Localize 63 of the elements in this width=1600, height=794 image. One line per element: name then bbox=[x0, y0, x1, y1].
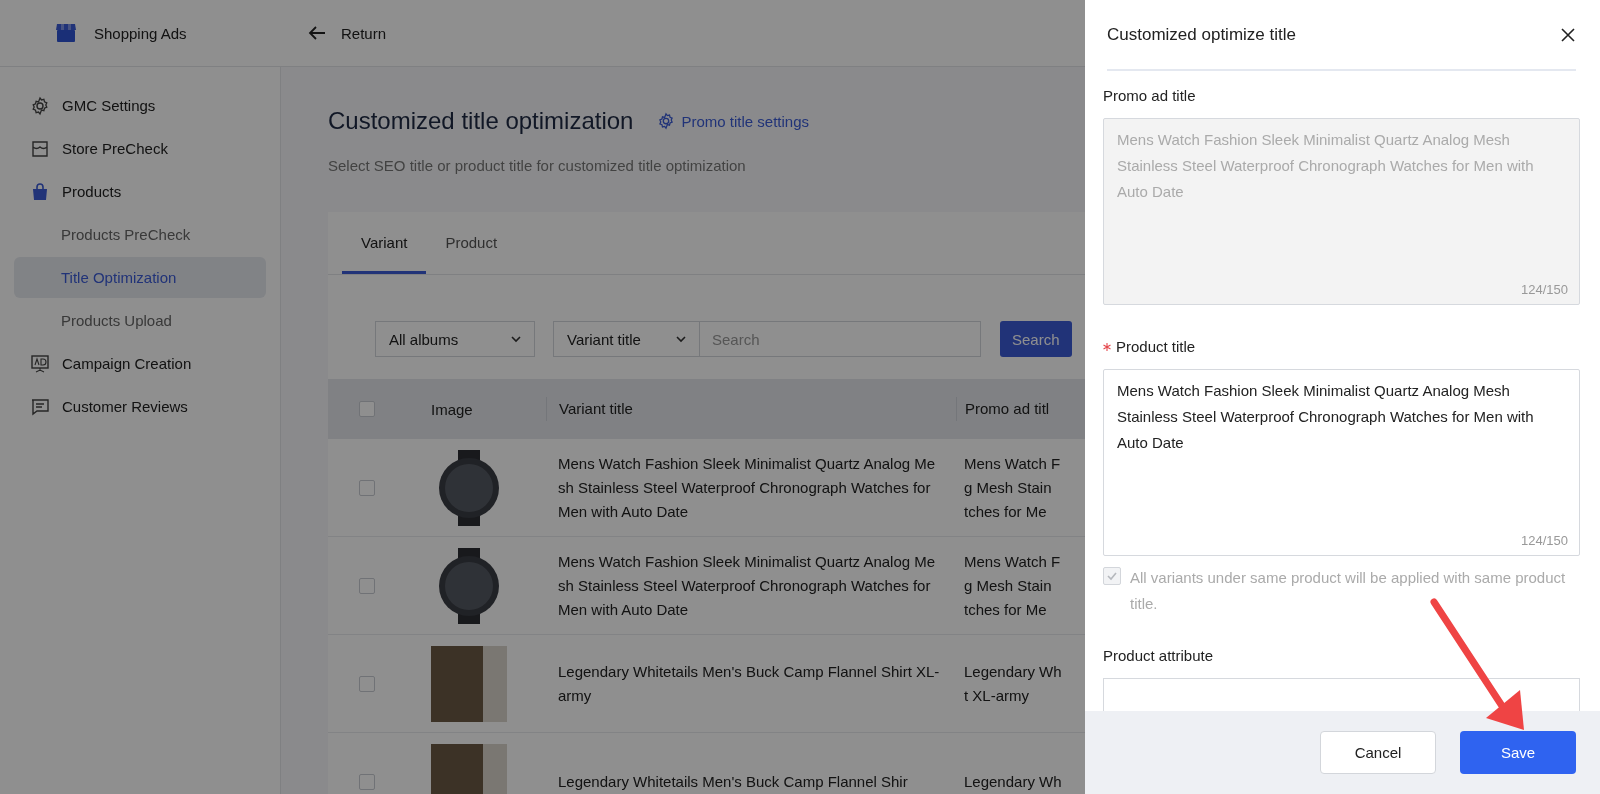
table-cell: Mens Watch Fashion Sleek Minimalist Quartz Analog Mesh Stainless Steel Waterproof Chronograph Watches for Men with Auto Date bbox=[558, 454, 936, 520]
sidebar-subitem[interactable]: Products PreCheck bbox=[14, 214, 266, 255]
settings-icon bbox=[657, 112, 676, 130]
settings-icon bbox=[30, 95, 50, 116]
chat-icon bbox=[30, 396, 50, 417]
character-count: 124/150 bbox=[1521, 533, 1568, 549]
tab[interactable]: Product bbox=[426, 212, 517, 274]
column-header: Promo ad titl bbox=[965, 400, 1050, 417]
table-cell: Legendary Whitetails Men's Buck Camp Flannel Shir bbox=[558, 772, 908, 790]
store-logo-icon bbox=[54, 21, 78, 45]
sidebar-subitem[interactable]: Products Upload bbox=[14, 300, 266, 341]
page-subtitle: Select SEO title or product title for customized title optimization bbox=[328, 157, 747, 174]
promo-title-settings-link[interactable]: Promo title settings bbox=[657, 112, 810, 130]
table-cell-text: g Mesh Stain bbox=[964, 477, 1052, 498]
sidebar-item[interactable]: Products bbox=[14, 171, 266, 212]
sidebar-item[interactable]: Campaign Creation bbox=[14, 343, 266, 384]
table-cell: Legendary Whitetails Men's Buck Camp Flannel Shirt XL-army bbox=[558, 662, 940, 704]
sidebar-item[interactable]: Customer Reviews bbox=[14, 386, 266, 427]
sidebar-subitem[interactable]: Title Optimization bbox=[14, 257, 266, 298]
field-label: Promo ad title bbox=[1103, 87, 1196, 104]
storefront-icon bbox=[30, 138, 50, 159]
search-button[interactable]: Search bbox=[1000, 321, 1072, 357]
text-area[interactable]: Mens Watch Fashion Sleek Minimalist Quartz Analog Mesh Stainless Steel Waterproof Chronograph Watches for Men with Auto Date 124/150 bbox=[1103, 369, 1580, 556]
row-checkbox[interactable] bbox=[359, 773, 375, 790]
row-checkbox[interactable] bbox=[359, 675, 375, 692]
page-title: Customized title optimization bbox=[328, 107, 634, 135]
row-checkbox[interactable] bbox=[359, 577, 375, 594]
sidebar-item[interactable]: GMC Settings bbox=[14, 85, 266, 126]
field-label: Product attribute bbox=[1103, 647, 1214, 664]
chevron-down-icon bbox=[675, 333, 687, 345]
cancel-button[interactable]: Cancel bbox=[1320, 731, 1436, 774]
table-cell-text: Legendary Wh bbox=[964, 661, 1062, 682]
save-button[interactable]: Save bbox=[1460, 731, 1576, 774]
search-field[interactable]: Search bbox=[700, 321, 981, 357]
album-dropdown[interactable]: All albums bbox=[375, 321, 535, 357]
table-cell-text: tches for Me bbox=[964, 501, 1047, 522]
table-cell-text: Mens Watch F bbox=[964, 453, 1061, 474]
close-icon[interactable] bbox=[1560, 26, 1576, 43]
drawer-title: Customized optimize title bbox=[1107, 24, 1296, 45]
search-field-dropdown[interactable]: Variant title bbox=[553, 321, 700, 357]
table-cell-text: Mens Watch F bbox=[964, 551, 1061, 572]
column-header: Image bbox=[431, 400, 473, 418]
column-header: Variant title bbox=[559, 400, 633, 417]
field-label: Product title bbox=[1116, 338, 1196, 355]
table-cell: Mens Watch Fashion Sleek Minimalist Quartz Analog Mesh Stainless Steel Waterproof Chronograph Watches for Men with Auto Date bbox=[558, 552, 936, 618]
table-cell-text: t XL-army bbox=[964, 685, 1029, 706]
billboard-icon bbox=[30, 353, 50, 374]
table-cell-text: tches for Me bbox=[964, 599, 1047, 620]
tab[interactable]: Variant bbox=[342, 212, 427, 274]
field-value: Mens Watch Fashion Sleek Minimalist Quartz Analog Mesh Stainless Steel Waterproof Chronograph Watches for Men with Auto Date bbox=[1117, 382, 1534, 451]
row-checkbox[interactable] bbox=[359, 479, 375, 496]
field-value: Mens Watch Fashion Sleek Minimalist Quartz Analog Mesh Stainless Steel Waterproof Chronograph Watches for Men with Auto Date bbox=[1117, 131, 1534, 200]
table-cell-text: Legendary Wh bbox=[964, 771, 1062, 792]
character-count: 124/150 bbox=[1521, 282, 1568, 298]
chevron-down-icon bbox=[510, 333, 522, 345]
app-name: Shopping Ads bbox=[94, 24, 187, 42]
select-all-checkbox[interactable] bbox=[359, 401, 375, 417]
checkbox-label: All variants under same product will be applied with same product title. bbox=[1130, 568, 1567, 614]
return-link[interactable]: Return bbox=[281, 23, 387, 43]
sidebar-item[interactable]: Store PreCheck bbox=[14, 128, 266, 169]
required-icon bbox=[1103, 342, 1111, 351]
checkmark-icon bbox=[1106, 570, 1118, 582]
table-cell-text: g Mesh Stain bbox=[964, 575, 1052, 596]
